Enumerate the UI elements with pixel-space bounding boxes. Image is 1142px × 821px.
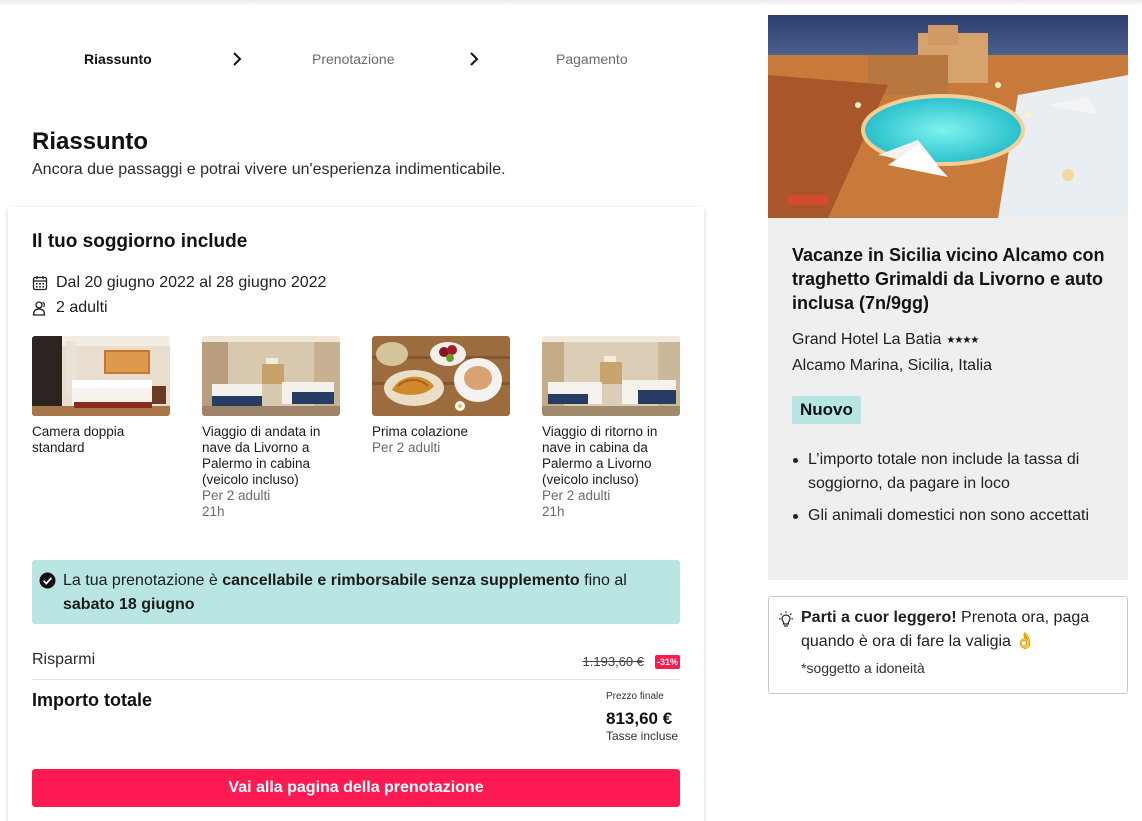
hotel-name: Grand Hotel La Batia ★★★★ <box>792 331 979 349</box>
users-icon <box>32 301 46 316</box>
new-badge: Nuovo <box>792 396 861 424</box>
breakfast-photo <box>372 336 510 416</box>
total-label: Importo totale <box>32 690 152 710</box>
check-circle-icon <box>39 572 56 589</box>
cancellation-notice: La tua prenotazione è cancellabile e rim… <box>32 560 680 624</box>
included-item-room: Camera doppia standard <box>32 336 170 456</box>
final-price-box: Prezzo finale 813,60 € Tasse incluse <box>606 691 678 744</box>
stay-guests: 2 adulti <box>32 297 108 319</box>
chevron-right-icon <box>233 52 242 66</box>
notice-highlight: cancellabile e rimborsabile senza supple… <box>222 572 580 589</box>
stay-title: Il tuo soggiorno include <box>32 231 248 252</box>
star-rating-icon: ★★★★ <box>946 334 979 346</box>
hotel-photo <box>768 15 1128 218</box>
notice-text: La tua prenotazione è <box>63 572 223 589</box>
stay-summary-card: Il tuo soggiorno include Dal 20 giugno 2… <box>8 207 704 821</box>
item-title: Viaggio di andata in nave da Livorno a P… <box>202 424 321 487</box>
step-pagamento: Pagamento <box>556 51 628 67</box>
hotel-name-text: Grand Hotel La Batia <box>792 331 942 348</box>
item-detail: Per 2 adulti <box>542 488 611 503</box>
tax-note: Tasse incluse <box>606 729 679 743</box>
hotel-location: Alcamo Marina, Sicilia, Italia <box>792 357 993 374</box>
stay-guests-text: 2 adulti <box>56 299 108 316</box>
note-item: Gli animali domestici non sono accettati <box>793 504 1098 528</box>
lightbulb-icon <box>779 611 793 627</box>
item-title: Prima colazione <box>372 424 469 439</box>
promo-footnote: *soggetto a idoneità <box>801 660 925 676</box>
pay-later-promo: Parti a cuor leggero! Prenota ora, paga … <box>768 596 1128 694</box>
item-detail: 21h <box>542 504 565 519</box>
notice-deadline: sabato 18 giugno <box>63 596 195 613</box>
stay-dates-text: Dal 20 giugno 2022 al 28 giugno 2022 <box>56 274 327 291</box>
go-to-booking-button[interactable]: Vai alla pagina della prenotazione <box>32 769 680 807</box>
included-item-outbound-ferry: Viaggio di andata in nave da Livorno a P… <box>202 336 340 520</box>
item-title: Viaggio di ritorno in nave in cabina da … <box>542 424 658 487</box>
cabin-photo <box>202 336 340 416</box>
promo-headline: Parti a cuor leggero! <box>801 609 957 626</box>
note-item: L’importo totale non include la tassa di… <box>793 448 1098 496</box>
calendar-icon <box>32 276 48 291</box>
top-shadow <box>0 0 1142 6</box>
item-detail: Per 2 adulti <box>372 440 441 455</box>
room-photo <box>32 336 170 416</box>
stay-dates: Dal 20 giugno 2022 al 28 giugno 2022 <box>32 272 326 294</box>
included-item-breakfast: Prima colazione Per 2 adulti <box>372 336 510 456</box>
included-item-return-ferry: Viaggio di ritorno in nave in cabina da … <box>542 336 680 520</box>
item-title: Camera doppia standard <box>32 424 125 455</box>
booking-stepper: Riassunto Prenotazione Pagamento <box>0 48 710 70</box>
savings-row: Risparmi 1.193,60 € -31% <box>32 650 680 680</box>
step-riassunto: Riassunto <box>84 51 152 67</box>
discount-badge: -31% <box>654 655 680 669</box>
cabin-photo <box>542 336 680 416</box>
promo-text: Parti a cuor leggero! Prenota ora, paga … <box>801 606 1111 654</box>
offer-notes: L’importo totale non include la tassa di… <box>793 448 1098 536</box>
chevron-right-icon <box>470 52 479 66</box>
notice-text: fino al <box>579 572 627 589</box>
item-detail: Per 2 adulti <box>202 488 271 503</box>
offer-panel: Vacanze in Sicilia vicino Alcamo con tra… <box>768 15 1128 580</box>
item-detail: 21h <box>202 504 225 519</box>
page-title: Riassunto <box>32 128 149 155</box>
savings-label: Risparmi <box>32 651 96 668</box>
final-price-caption: Prezzo finale <box>606 691 664 702</box>
page-subtitle: Ancora due passaggi e potrai vivere un'e… <box>32 161 506 178</box>
offer-title: Vacanze in Sicilia vicino Alcamo con tra… <box>792 245 1105 313</box>
original-price: 1.193,60 € <box>582 654 644 669</box>
included-items: Camera doppia standard Viaggio di andata… <box>32 336 680 526</box>
final-price: 813,60 € <box>606 709 673 728</box>
step-prenotazione: Prenotazione <box>312 51 395 67</box>
